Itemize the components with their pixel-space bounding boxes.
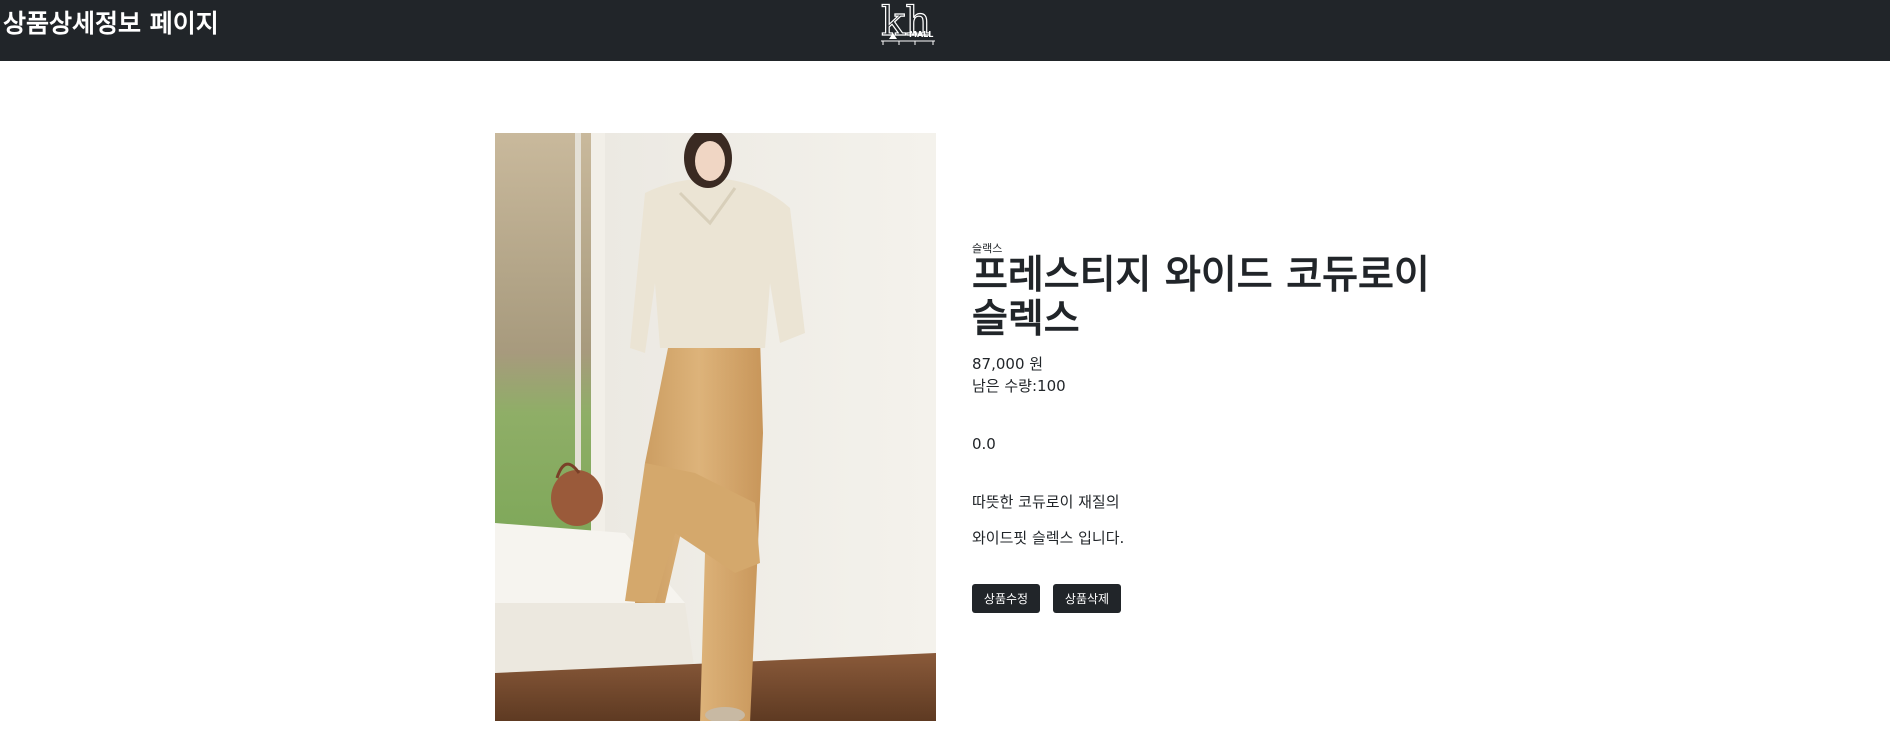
product-description-line2: 와이드핏 슬렉스 입니다. [972, 529, 1125, 547]
edit-product-button[interactable]: 상품수정 [972, 584, 1040, 613]
logo-subtext: MALL [909, 30, 933, 39]
product-image [495, 133, 936, 721]
delete-product-button[interactable]: 상품삭제 [1053, 584, 1121, 613]
product-price: 87,000 원 [972, 355, 1044, 373]
product-rating: 0.0 [972, 435, 996, 453]
product-description-line1: 따뜻한 코듀로이 재질의 [972, 493, 1120, 511]
page-title: 상품상세정보 페이지 [3, 9, 219, 38]
top-navbar: 상품상세정보 페이지 kh MALL [0, 0, 1890, 61]
product-stock: 남은 수량:100 [972, 377, 1066, 395]
kh-mall-logo[interactable]: kh MALL [879, 1, 939, 45]
product-name: 프레스티지 와이드 코듀로이 슬렉스 [972, 253, 1430, 342]
